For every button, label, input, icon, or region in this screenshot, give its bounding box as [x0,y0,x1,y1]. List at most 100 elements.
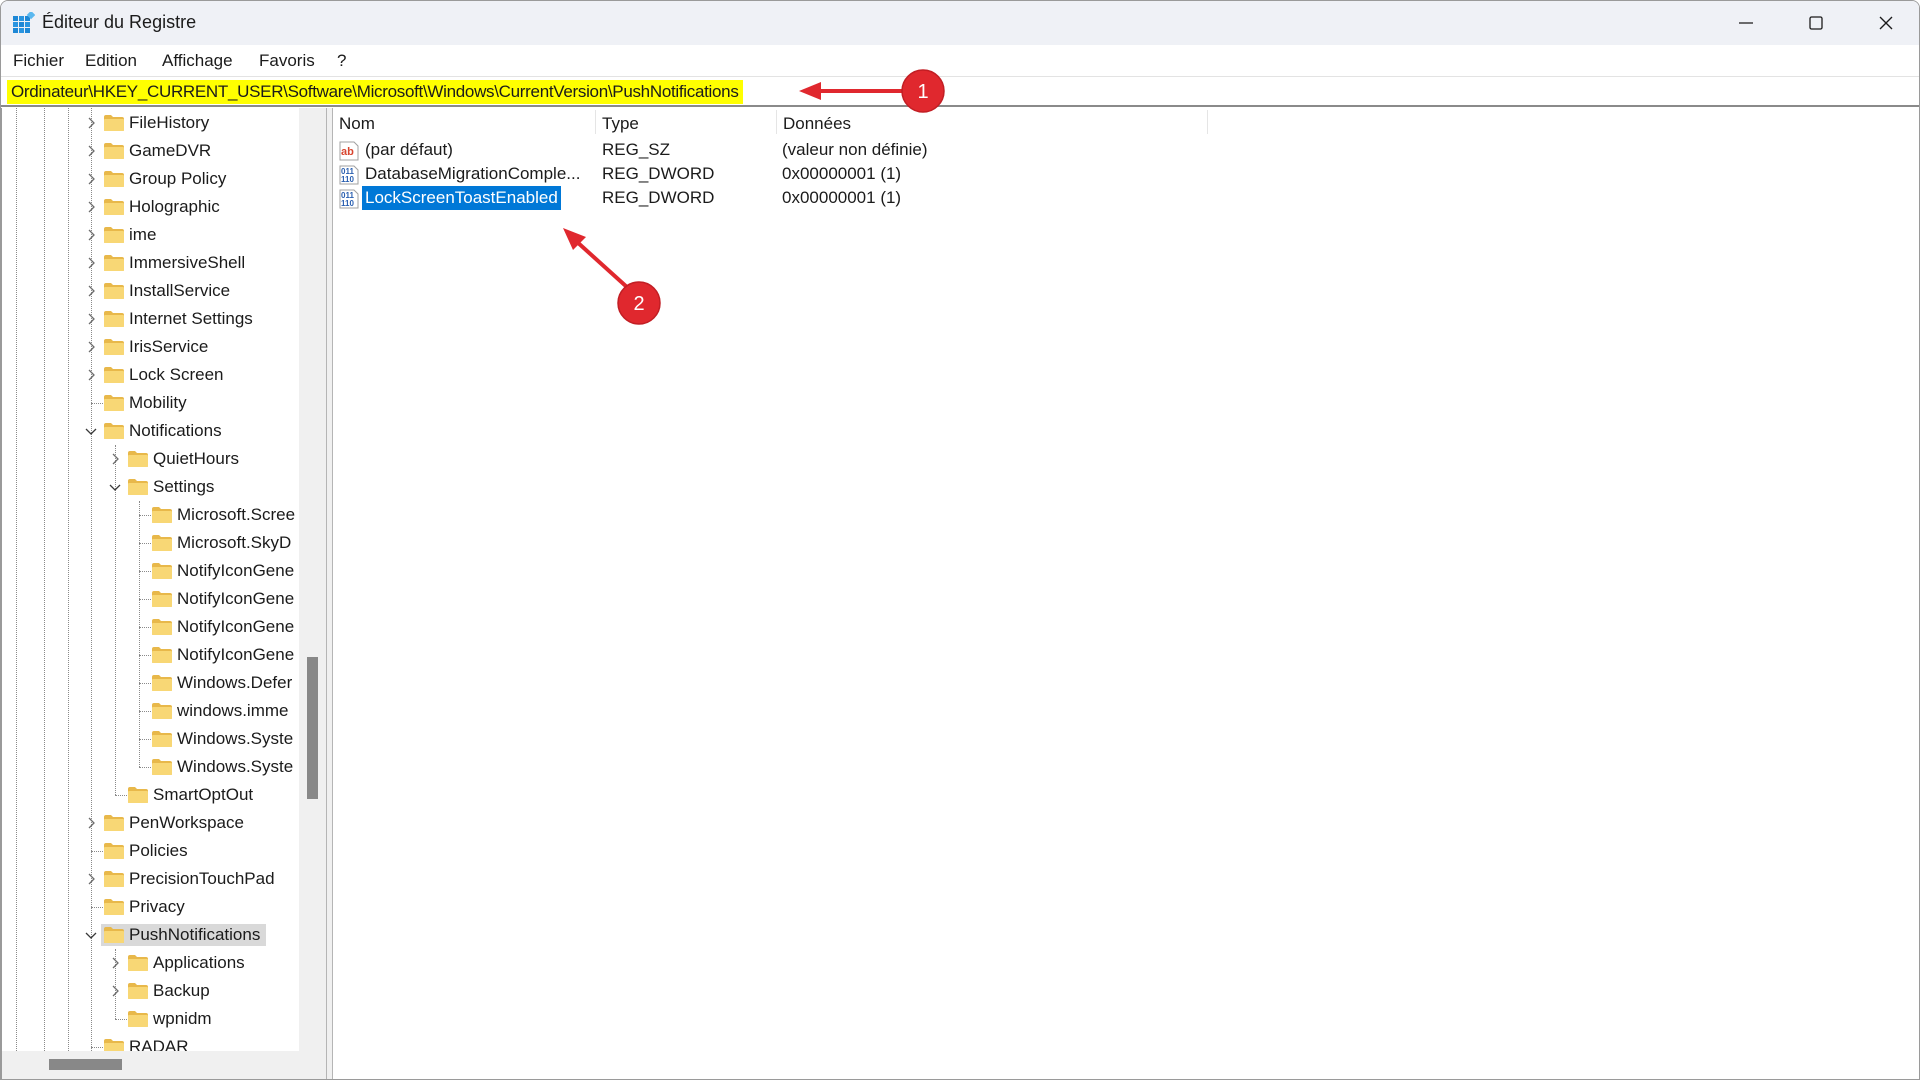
tree-item[interactable]: Windows.Syste [2,725,299,753]
tree-item[interactable]: Holographic [2,193,299,221]
column-header-data[interactable]: Données [777,108,857,136]
tree-view[interactable]: FileHistory GameDVR Group Policy Holographi… [2,108,299,1051]
menu-favoris[interactable]: Favoris [259,51,315,71]
tree-item[interactable]: QuietHours [2,445,299,473]
tree-item[interactable]: Group Policy [2,165,299,193]
tree-item-label: PrecisionTouchPad [129,869,275,888]
address-path[interactable]: Ordinateur\HKEY_CURRENT_USER\Software\Mi… [7,80,743,104]
tree-item[interactable]: PrecisionTouchPad [2,865,299,893]
chevron-right-icon[interactable] [84,256,98,270]
chevron-down-icon[interactable] [84,928,98,942]
tree-item[interactable]: Lock Screen [2,361,299,389]
column-header-name[interactable]: Nom [333,108,381,136]
chevron-right-icon[interactable] [84,312,98,326]
menu-help[interactable]: ? [337,51,346,71]
tree-item[interactable]: wpnidm [2,1005,299,1033]
value-name[interactable]: LockScreenToastEnabled [362,186,561,210]
tree-item[interactable]: FileHistory [2,109,299,137]
tree-item[interactable]: Microsoft.SkyD [2,529,299,557]
folder-icon [103,842,125,860]
chevron-right-icon[interactable] [84,116,98,130]
tree-item[interactable]: Mobility [2,389,299,417]
chevron-down-icon[interactable] [84,424,98,438]
tree-item[interactable]: windows.imme [2,697,299,725]
tree-item[interactable]: ime [2,221,299,249]
tree-item[interactable]: Settings [2,473,299,501]
folder-icon [151,590,173,608]
chevron-down-icon[interactable] [108,480,122,494]
folder-icon [127,982,149,1000]
chevron-right-icon[interactable] [108,956,122,970]
address-bar[interactable]: Ordinateur\HKEY_CURRENT_USER\Software\Mi… [1,76,1919,107]
tree-item[interactable]: PushNotifications [2,921,299,949]
tree-guide-line [139,627,151,628]
tree-item[interactable]: PenWorkspace [2,809,299,837]
tree-item[interactable]: NotifyIconGene [2,585,299,613]
tree-item[interactable]: Policies [2,837,299,865]
close-button[interactable] [1851,1,1919,45]
folder-icon [151,506,173,524]
chevron-right-icon[interactable] [84,816,98,830]
tree-horizontal-scrollbar-thumb[interactable] [49,1059,122,1070]
tree-item[interactable]: Internet Settings [2,305,299,333]
tree-item-label: Microsoft.Scree [177,505,296,524]
folder-icon [103,254,125,272]
values-list: Nom Type Données ab (par défaut) REG_SZ (va… [333,108,1919,1079]
tree-vertical-scrollbar-thumb[interactable] [307,657,318,799]
menu-edition[interactable]: Edition [85,51,137,71]
tree-item[interactable]: Windows.Defer [2,669,299,697]
chevron-right-icon[interactable] [84,172,98,186]
tree-item-label: SmartOptOut [153,785,254,804]
folder-icon [103,366,125,384]
tree-item[interactable]: Privacy [2,893,299,921]
folder-icon [151,674,173,692]
tree-item-label: Windows.Syste [177,729,294,748]
tree-item[interactable]: GameDVR [2,137,299,165]
value-type: REG_SZ [602,140,671,159]
value-row[interactable]: 011 110 LockScreenToastEnabled REG_DWORD 0x0… [333,184,1333,212]
tree-item[interactable]: IrisService [2,333,299,361]
tree-item[interactable]: RADAR [2,1033,299,1051]
value-name[interactable]: (par défaut) [362,138,456,162]
folder-icon [151,730,173,748]
chevron-right-icon[interactable] [84,284,98,298]
chevron-right-icon[interactable] [84,340,98,354]
tree-item[interactable]: SmartOptOut [2,781,299,809]
column-header-type[interactable]: Type [596,108,645,136]
tree-item[interactable]: Windows.Syste [2,753,299,781]
tree-item[interactable]: Notifications [2,417,299,445]
tree-item[interactable]: NotifyIconGene [2,557,299,585]
maximize-button[interactable] [1781,1,1851,45]
chevron-right-icon[interactable] [108,452,122,466]
column-separator[interactable] [1207,110,1208,134]
chevron-right-icon[interactable] [84,200,98,214]
tree-item-label: ime [129,225,157,244]
tree-item[interactable]: Backup [2,977,299,1005]
menu-fichier[interactable]: Fichier [13,51,64,71]
tree-item[interactable]: NotifyIconGene [2,613,299,641]
tree-item-label: ImmersiveShell [129,253,246,272]
tree-guide-line [139,515,151,516]
tree-item-label: QuietHours [153,449,239,468]
tree-item[interactable]: NotifyIconGene [2,641,299,669]
tree-guide-line [139,571,151,572]
tree-item-label: PenWorkspace [129,813,244,832]
menu-affichage[interactable]: Affichage [162,51,233,71]
tree-item-label: Internet Settings [129,309,253,328]
tree-item[interactable]: ImmersiveShell [2,249,299,277]
folder-icon [103,394,125,412]
chevron-right-icon[interactable] [84,144,98,158]
tree-guide-line [139,683,151,684]
panel-splitter[interactable] [326,108,333,1079]
tree-item[interactable]: Microsoft.Scree [2,501,299,529]
binary-value-icon: 011 110 [338,189,360,209]
tree-item[interactable]: InstallService [2,277,299,305]
value-name[interactable]: DatabaseMigrationComple... [362,162,583,186]
minimize-button[interactable] [1711,1,1781,45]
chevron-right-icon[interactable] [108,984,122,998]
chevron-right-icon[interactable] [84,228,98,242]
chevron-right-icon[interactable] [84,368,98,382]
chevron-right-icon[interactable] [84,872,98,886]
tree-item-label: PushNotifications [101,924,267,946]
tree-item[interactable]: Applications [2,949,299,977]
